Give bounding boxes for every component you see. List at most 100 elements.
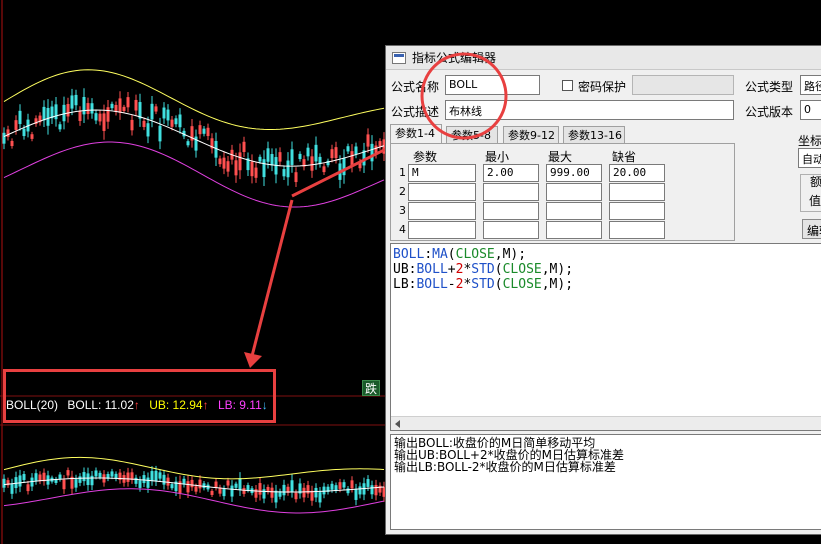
- sub-panel-lower-band: [3, 488, 385, 514]
- readout-highlight-box: [3, 369, 276, 423]
- code-token: 2: [455, 277, 464, 292]
- dialog-title: 指标公式编辑器: [412, 51, 497, 65]
- param-1-default-input[interactable]: 20.00: [609, 164, 665, 182]
- param-4-max-input[interactable]: [546, 221, 602, 239]
- sub-panel-candle-body: [34, 473, 38, 481]
- password-checkbox[interactable]: [562, 80, 573, 91]
- main-panel-candle-body: [66, 104, 70, 117]
- main-panel-candle-body: [154, 106, 158, 112]
- main-panel-candle-body: [94, 113, 98, 121]
- main-panel-candle-body: [62, 104, 66, 122]
- param-1-name-input[interactable]: M: [408, 164, 476, 182]
- coord-select[interactable]: 自动: [798, 148, 821, 168]
- code-token: STD: [471, 262, 495, 277]
- param-4-name-input[interactable]: [408, 221, 476, 239]
- main-panel-candle-body: [262, 159, 266, 178]
- sub-panel-candle-body: [282, 484, 286, 496]
- sub-panel-candle-body: [234, 483, 238, 488]
- formula-editor-dialog[interactable]: 指标公式编辑器 公式名称 BOLL 密码保护 公式类型 路径 公式描述 布林线 …: [385, 45, 821, 535]
- main-panel-candle-body: [122, 106, 126, 111]
- sub-panel-candle-body: [14, 477, 18, 489]
- extra-groupbox: 额 值: [800, 174, 821, 212]
- zhihu-watermark: 知乎 @江小剑: [646, 502, 780, 526]
- param-4-min-input[interactable]: [483, 221, 539, 239]
- param-2-max-input[interactable]: [546, 183, 602, 201]
- main-panel-candle-body: [342, 157, 346, 176]
- sub-panel-candle-body: [226, 480, 230, 486]
- code-token: MA: [432, 247, 448, 262]
- sub-panel-candle-body: [154, 470, 158, 481]
- code-line: UB:BOLL+2*STD(CLOSE,M);: [393, 262, 574, 277]
- main-panel-candle-body: [54, 104, 58, 120]
- main-panel-candle-body: [374, 145, 378, 155]
- main-panel-candle-body: [78, 111, 82, 121]
- tab-params-13-16[interactable]: 参数13-16: [563, 126, 625, 144]
- formula-desc-input[interactable]: 布林线: [445, 100, 734, 120]
- param-1-min-input[interactable]: 2.00: [483, 164, 539, 182]
- sub-panel-candle-body: [110, 471, 114, 477]
- formula-desc-label: 公式描述: [391, 105, 440, 119]
- param-2-name-input[interactable]: [408, 183, 476, 201]
- tab-params-5-8[interactable]: 参数5-8: [446, 126, 498, 144]
- main-panel-candle-body: [142, 120, 146, 128]
- main-panel-candle-body: [150, 103, 154, 120]
- code-horizontal-scrollbar[interactable]: [391, 416, 821, 430]
- sub-panel-candle-body: [366, 479, 370, 487]
- formula-type-select[interactable]: 路径: [800, 75, 821, 95]
- main-panel-candle-body: [46, 107, 50, 126]
- dialog-titlebar[interactable]: 指标公式编辑器: [386, 46, 821, 70]
- param-3-name-input[interactable]: [408, 202, 476, 220]
- main-panel-candle-body: [294, 172, 298, 183]
- param-2-default-input[interactable]: [609, 183, 665, 201]
- main-panel-candle-body: [234, 160, 238, 176]
- sub-panel-candle-body: [294, 492, 298, 500]
- sub-panel-candle-body: [334, 485, 338, 491]
- main-panel-candle-body: [306, 147, 310, 157]
- sub-panel-candle-body: [238, 478, 242, 491]
- formula-type-label: 公式类型: [745, 80, 794, 94]
- code-line: LB:BOLL-2*STD(CLOSE,M);: [393, 277, 574, 292]
- main-panel-lower-band: [3, 141, 385, 208]
- main-panel-candle-body: [110, 103, 114, 109]
- main-panel-candle-body: [30, 134, 34, 139]
- param-row-number: 4: [399, 223, 406, 236]
- param-4-default-input[interactable]: [609, 221, 665, 239]
- sub-panel-candle-body: [290, 480, 294, 492]
- edit-button[interactable]: 编辑: [802, 219, 821, 239]
- param-3-min-input[interactable]: [483, 202, 539, 220]
- main-panel-candle-body: [350, 151, 354, 166]
- main-panel-candle-body: [130, 119, 134, 131]
- main-panel-candle-body: [146, 123, 150, 137]
- main-panel-candle-body: [198, 125, 202, 135]
- main-panel-candle-body: [298, 153, 302, 160]
- sub-panel-candle-body: [258, 483, 262, 495]
- tab-params-9-12[interactable]: 参数9-12: [503, 126, 559, 144]
- password-input: [632, 75, 734, 95]
- sub-panel-candle-body: [190, 479, 194, 488]
- sub-panel-candle-body: [342, 482, 346, 488]
- main-panel-candle-body: [282, 169, 286, 177]
- scroll-left-arrow-icon[interactable]: [395, 420, 400, 428]
- code-token: CLOSE: [455, 247, 495, 262]
- sub-panel-candle-body: [230, 485, 234, 497]
- description-line: 输出LB:BOLL-2*收盘价的M日估算标准差: [394, 460, 616, 474]
- param-1-max-input[interactable]: 999.00: [546, 164, 602, 182]
- main-panel-candle-body: [346, 146, 350, 152]
- sub-panel-candle-body: [74, 479, 78, 488]
- formula-name-input[interactable]: BOLL: [445, 75, 540, 95]
- param-3-default-input[interactable]: [609, 202, 665, 220]
- main-panel-candle-body: [202, 128, 206, 134]
- main-panel-candle-body: [378, 141, 382, 147]
- tab-params-1-4[interactable]: 参数1-4: [390, 124, 442, 145]
- sub-panel-candle-body: [374, 484, 378, 496]
- extra-groupbox-label: 额: [810, 175, 821, 189]
- formula-code-editor[interactable]: BOLL:MA(CLOSE,M); UB:BOLL+2*STD(CLOSE,M)…: [390, 243, 821, 431]
- sub-panel-candle-body: [194, 486, 198, 492]
- param-row-number: 3: [399, 204, 406, 217]
- param-2-min-input[interactable]: [483, 183, 539, 201]
- param-header-max: 最大: [548, 150, 573, 164]
- code-token: 2: [455, 262, 464, 277]
- formula-version-input[interactable]: 0: [800, 100, 821, 120]
- sub-panel-candle-body: [146, 477, 150, 488]
- param-3-max-input[interactable]: [546, 202, 602, 220]
